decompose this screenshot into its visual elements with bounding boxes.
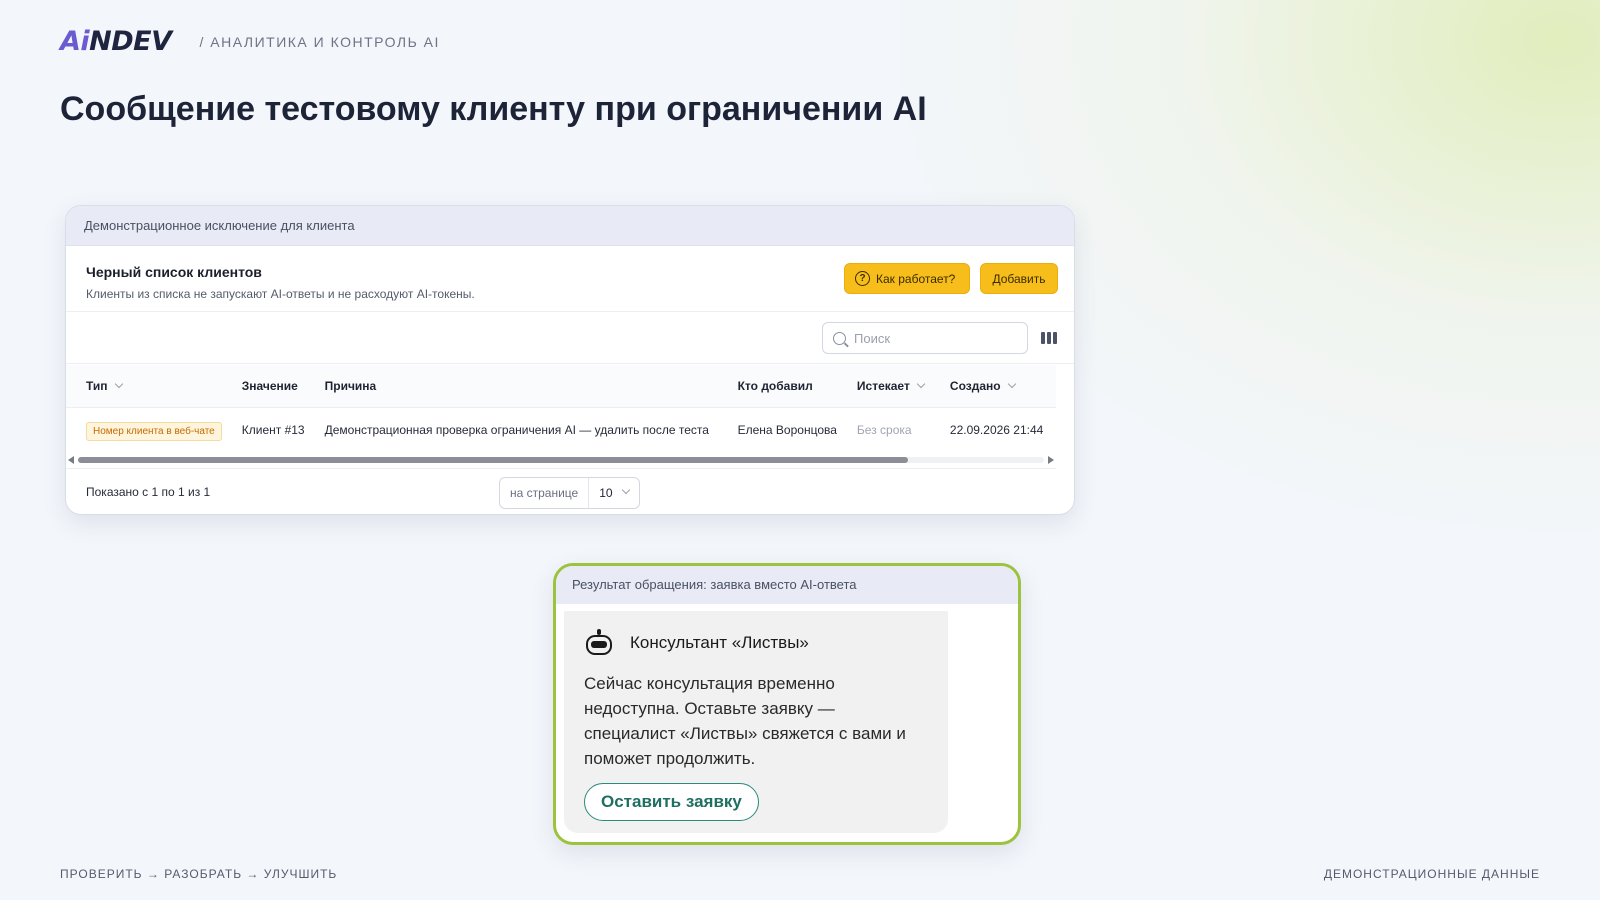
cell-value: Клиент #13 bbox=[241, 423, 305, 438]
chat-bubble: Консультант «Листвы» Сейчас консультация… bbox=[564, 611, 948, 833]
per-page-label: на странице bbox=[500, 478, 590, 508]
how-it-works-button[interactable]: ? Как работает? bbox=[844, 263, 970, 294]
column-added-by[interactable]: Кто добавил bbox=[717, 365, 837, 408]
blacklist-card: Демонстрационное исключение для клиента … bbox=[65, 205, 1075, 515]
bot-message: Сейчас консультация временно недоступна.… bbox=[584, 674, 906, 768]
header: AiNDEV / АНАЛИТИКА И КОНТРОЛЬ AI bbox=[60, 26, 440, 57]
blacklist-card-caption: Демонстрационное исключение для клиента bbox=[66, 206, 1074, 246]
table-header-row: Тип Значение Причина Кто добавил Истекае… bbox=[66, 365, 1056, 408]
cell-expires: Без срока bbox=[856, 423, 912, 438]
bot-header: Консультант «Листвы» bbox=[584, 629, 928, 657]
blacklist-table: Тип Значение Причина Кто добавил Истекае… bbox=[66, 365, 1056, 453]
robot-icon bbox=[584, 629, 614, 657]
chevron-down-icon bbox=[114, 379, 123, 388]
per-page-select[interactable]: на странице 10 bbox=[499, 477, 640, 509]
cell-created: 22.09.2026 21:44 bbox=[949, 423, 1044, 438]
footer-demo-label: ДЕМОНСТРАЦИОННЫЕ ДАННЫЕ bbox=[1323, 867, 1540, 881]
per-page-value[interactable]: 10 bbox=[589, 485, 638, 500]
page-title: Сообщение тестовому клиенту при ограниче… bbox=[60, 90, 927, 128]
cell-reason: Демонстрационная проверка ограничения AI… bbox=[324, 423, 709, 438]
scrollbar-thumb[interactable] bbox=[78, 457, 908, 463]
column-reason[interactable]: Причина bbox=[304, 365, 718, 408]
shown-count: Показано с 1 по 1 из 1 bbox=[86, 485, 211, 499]
search-input[interactable]: Поиск bbox=[822, 322, 1028, 354]
breadcrumb: / АНАЛИТИКА И КОНТРОЛЬ AI bbox=[199, 33, 440, 50]
chevron-down-icon bbox=[1007, 379, 1016, 388]
cell-added-by: Елена Воронцова bbox=[737, 423, 837, 438]
question-icon: ? bbox=[855, 271, 870, 286]
chevron-down-icon bbox=[621, 485, 630, 495]
column-expires[interactable]: Истекает bbox=[836, 365, 930, 408]
footer-steps: ПРОВЕРИТЬ → РАЗОБРАТЬ → УЛУЧШИТЬ bbox=[60, 867, 338, 881]
table-footer: Показано с 1 по 1 из 1 на странице 10 bbox=[66, 468, 1056, 514]
column-value[interactable]: Значение bbox=[221, 365, 305, 408]
add-button[interactable]: Добавить bbox=[980, 263, 1058, 294]
type-badge: Номер клиента в веб-чате bbox=[86, 422, 222, 442]
horizontal-scrollbar[interactable] bbox=[66, 453, 1056, 465]
table-row[interactable]: Номер клиента в веб-чате Клиент #13 Демо… bbox=[66, 407, 1056, 453]
column-type[interactable]: Тип bbox=[66, 365, 222, 408]
cell-type: Номер клиента в веб-чате bbox=[66, 407, 222, 453]
aindev-logo[interactable]: AiNDEV bbox=[60, 26, 172, 57]
scroll-right-icon[interactable] bbox=[1048, 456, 1054, 464]
bot-name: Консультант «Листвы» bbox=[630, 633, 809, 652]
blacklist-header: Черный список клиентов Клиенты из списка… bbox=[66, 246, 1074, 312]
leave-request-button[interactable]: Оставить заявку bbox=[584, 783, 759, 821]
column-created[interactable]: Создано bbox=[929, 365, 1056, 408]
result-card: Результат обращения: заявка вместо AI-от… bbox=[553, 563, 1021, 845]
columns-icon[interactable] bbox=[1041, 332, 1057, 344]
chevron-down-icon bbox=[916, 379, 926, 388]
result-card-caption: Результат обращения: заявка вместо AI-от… bbox=[556, 566, 1018, 604]
scroll-left-icon[interactable] bbox=[68, 456, 74, 464]
search-icon bbox=[833, 331, 846, 345]
table-toolbar: Поиск bbox=[66, 312, 1074, 364]
